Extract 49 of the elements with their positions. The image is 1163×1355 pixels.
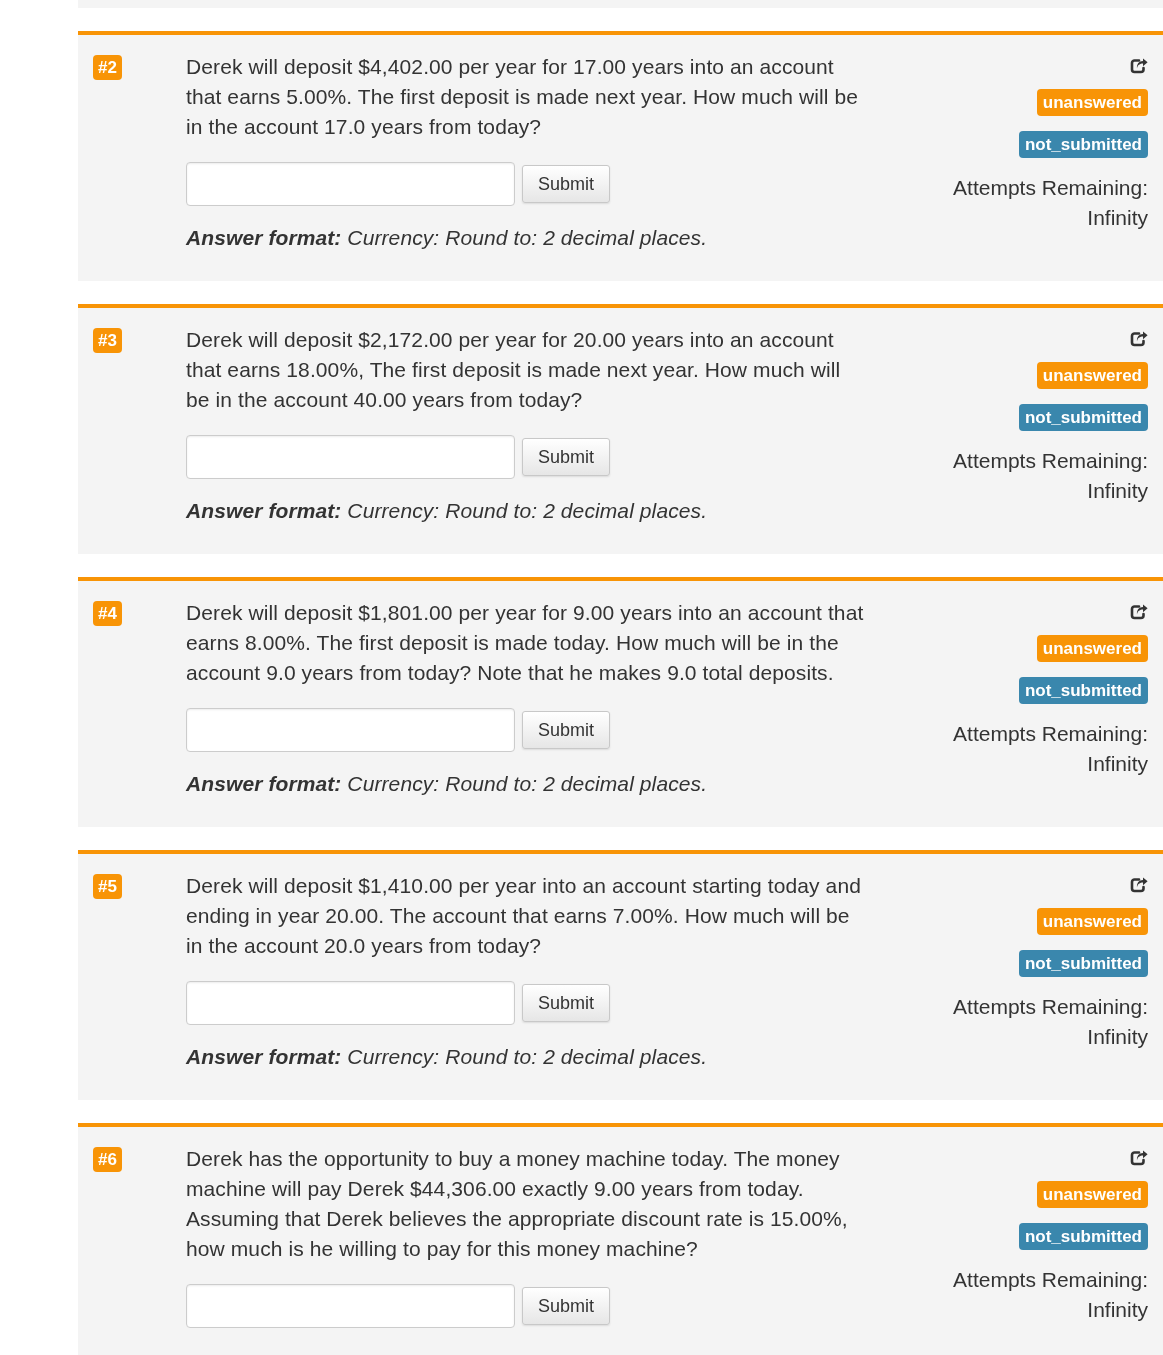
submit-button[interactable]: Submit (522, 711, 610, 749)
question-text: Derek will deposit $4,402.00 per year for 17.00 years into an account that earns 5.00%. The first deposit is made next year. How much will be in the account 17.0 years from today? (186, 54, 860, 140)
status-badge: not_submitted (1018, 677, 1148, 704)
question-text: Derek will deposit $1,801.00 per year for 9.00 years into an account that earns 8.00%. The first deposit is made today. How much will be in the account 9.0 years from today? Note that he makes 9.0 total deposits. (186, 600, 865, 686)
answer-input[interactable] (186, 981, 515, 1025)
attempts-label: Attempts Remaining: (953, 175, 1148, 201)
status-badge: unanswered (1036, 89, 1148, 116)
answer-format-text: Answer format: Currency: Round to: 2 decimal places. (186, 498, 709, 524)
submit-button[interactable]: Submit (522, 438, 610, 476)
status-badge: unanswered (1036, 362, 1148, 389)
answer-format-text: Answer format: Currency: Round to: 2 decimal places. (186, 771, 709, 797)
attempts-label: Attempts Remaining: (953, 994, 1148, 1020)
question-number: #2 (93, 55, 122, 80)
answer-input[interactable] (186, 162, 515, 206)
submit-button[interactable]: Submit (522, 984, 610, 1022)
status-badge: not_submitted (1018, 950, 1148, 977)
answer-input[interactable] (186, 1284, 515, 1328)
question-text: Derek will deposit $1,410.00 per year into an account starting today and ending in year 20.00. The account that earns 7.00%. How much will be in the account 20.0 years from today? (186, 873, 862, 959)
submit-button[interactable]: Submit (522, 1287, 610, 1325)
attempts-value: Infinity (1087, 205, 1148, 231)
question-text: Derek has the opportunity to buy a money machine today. The money machine will pay Derek $44,306.00 exactly 9.00 years from today. Assuming that Derek believes the appropriate discount rate is 15.00%, how much is he willing to pay for this money machine? (186, 1146, 849, 1262)
attempts-label: Attempts Remaining: (953, 721, 1148, 747)
answer-format-text: Answer format: Currency: Round to: 2 decimal places. (186, 225, 709, 251)
share-icon[interactable] (1130, 1150, 1148, 1166)
answer-format-text: Answer format: Currency: Round to: 2 decimal places. (186, 1044, 709, 1070)
share-icon[interactable] (1130, 58, 1148, 74)
share-icon[interactable] (1130, 877, 1148, 893)
question-number: #3 (93, 328, 122, 353)
question-number: #6 (93, 1147, 122, 1172)
attempts-value: Infinity (1087, 751, 1148, 777)
attempts-label: Attempts Remaining: (953, 448, 1148, 474)
question-text: Derek will deposit $2,172.00 per year for 20.00 years into an account that earns 18.00%, The first deposit is made next year. How much will be in the account 40.00 years from today? (186, 327, 842, 413)
status-badge: unanswered (1036, 1181, 1148, 1208)
question-number: #4 (93, 601, 122, 626)
answer-input[interactable] (186, 708, 515, 752)
share-icon[interactable] (1130, 604, 1148, 620)
attempts-value: Infinity (1087, 478, 1148, 504)
answer-input[interactable] (186, 435, 515, 479)
status-badge: not_submitted (1018, 131, 1148, 158)
submit-button[interactable]: Submit (522, 165, 610, 203)
status-badge: unanswered (1036, 908, 1148, 935)
status-badge: not_submitted (1018, 404, 1148, 431)
question-number: #5 (93, 874, 122, 899)
attempts-label: Attempts Remaining: (953, 1267, 1148, 1293)
attempts-value: Infinity (1087, 1024, 1148, 1050)
share-icon[interactable] (1130, 331, 1148, 347)
status-badge: not_submitted (1018, 1223, 1148, 1250)
attempts-value: Infinity (1087, 1297, 1148, 1323)
status-badge: unanswered (1036, 635, 1148, 662)
